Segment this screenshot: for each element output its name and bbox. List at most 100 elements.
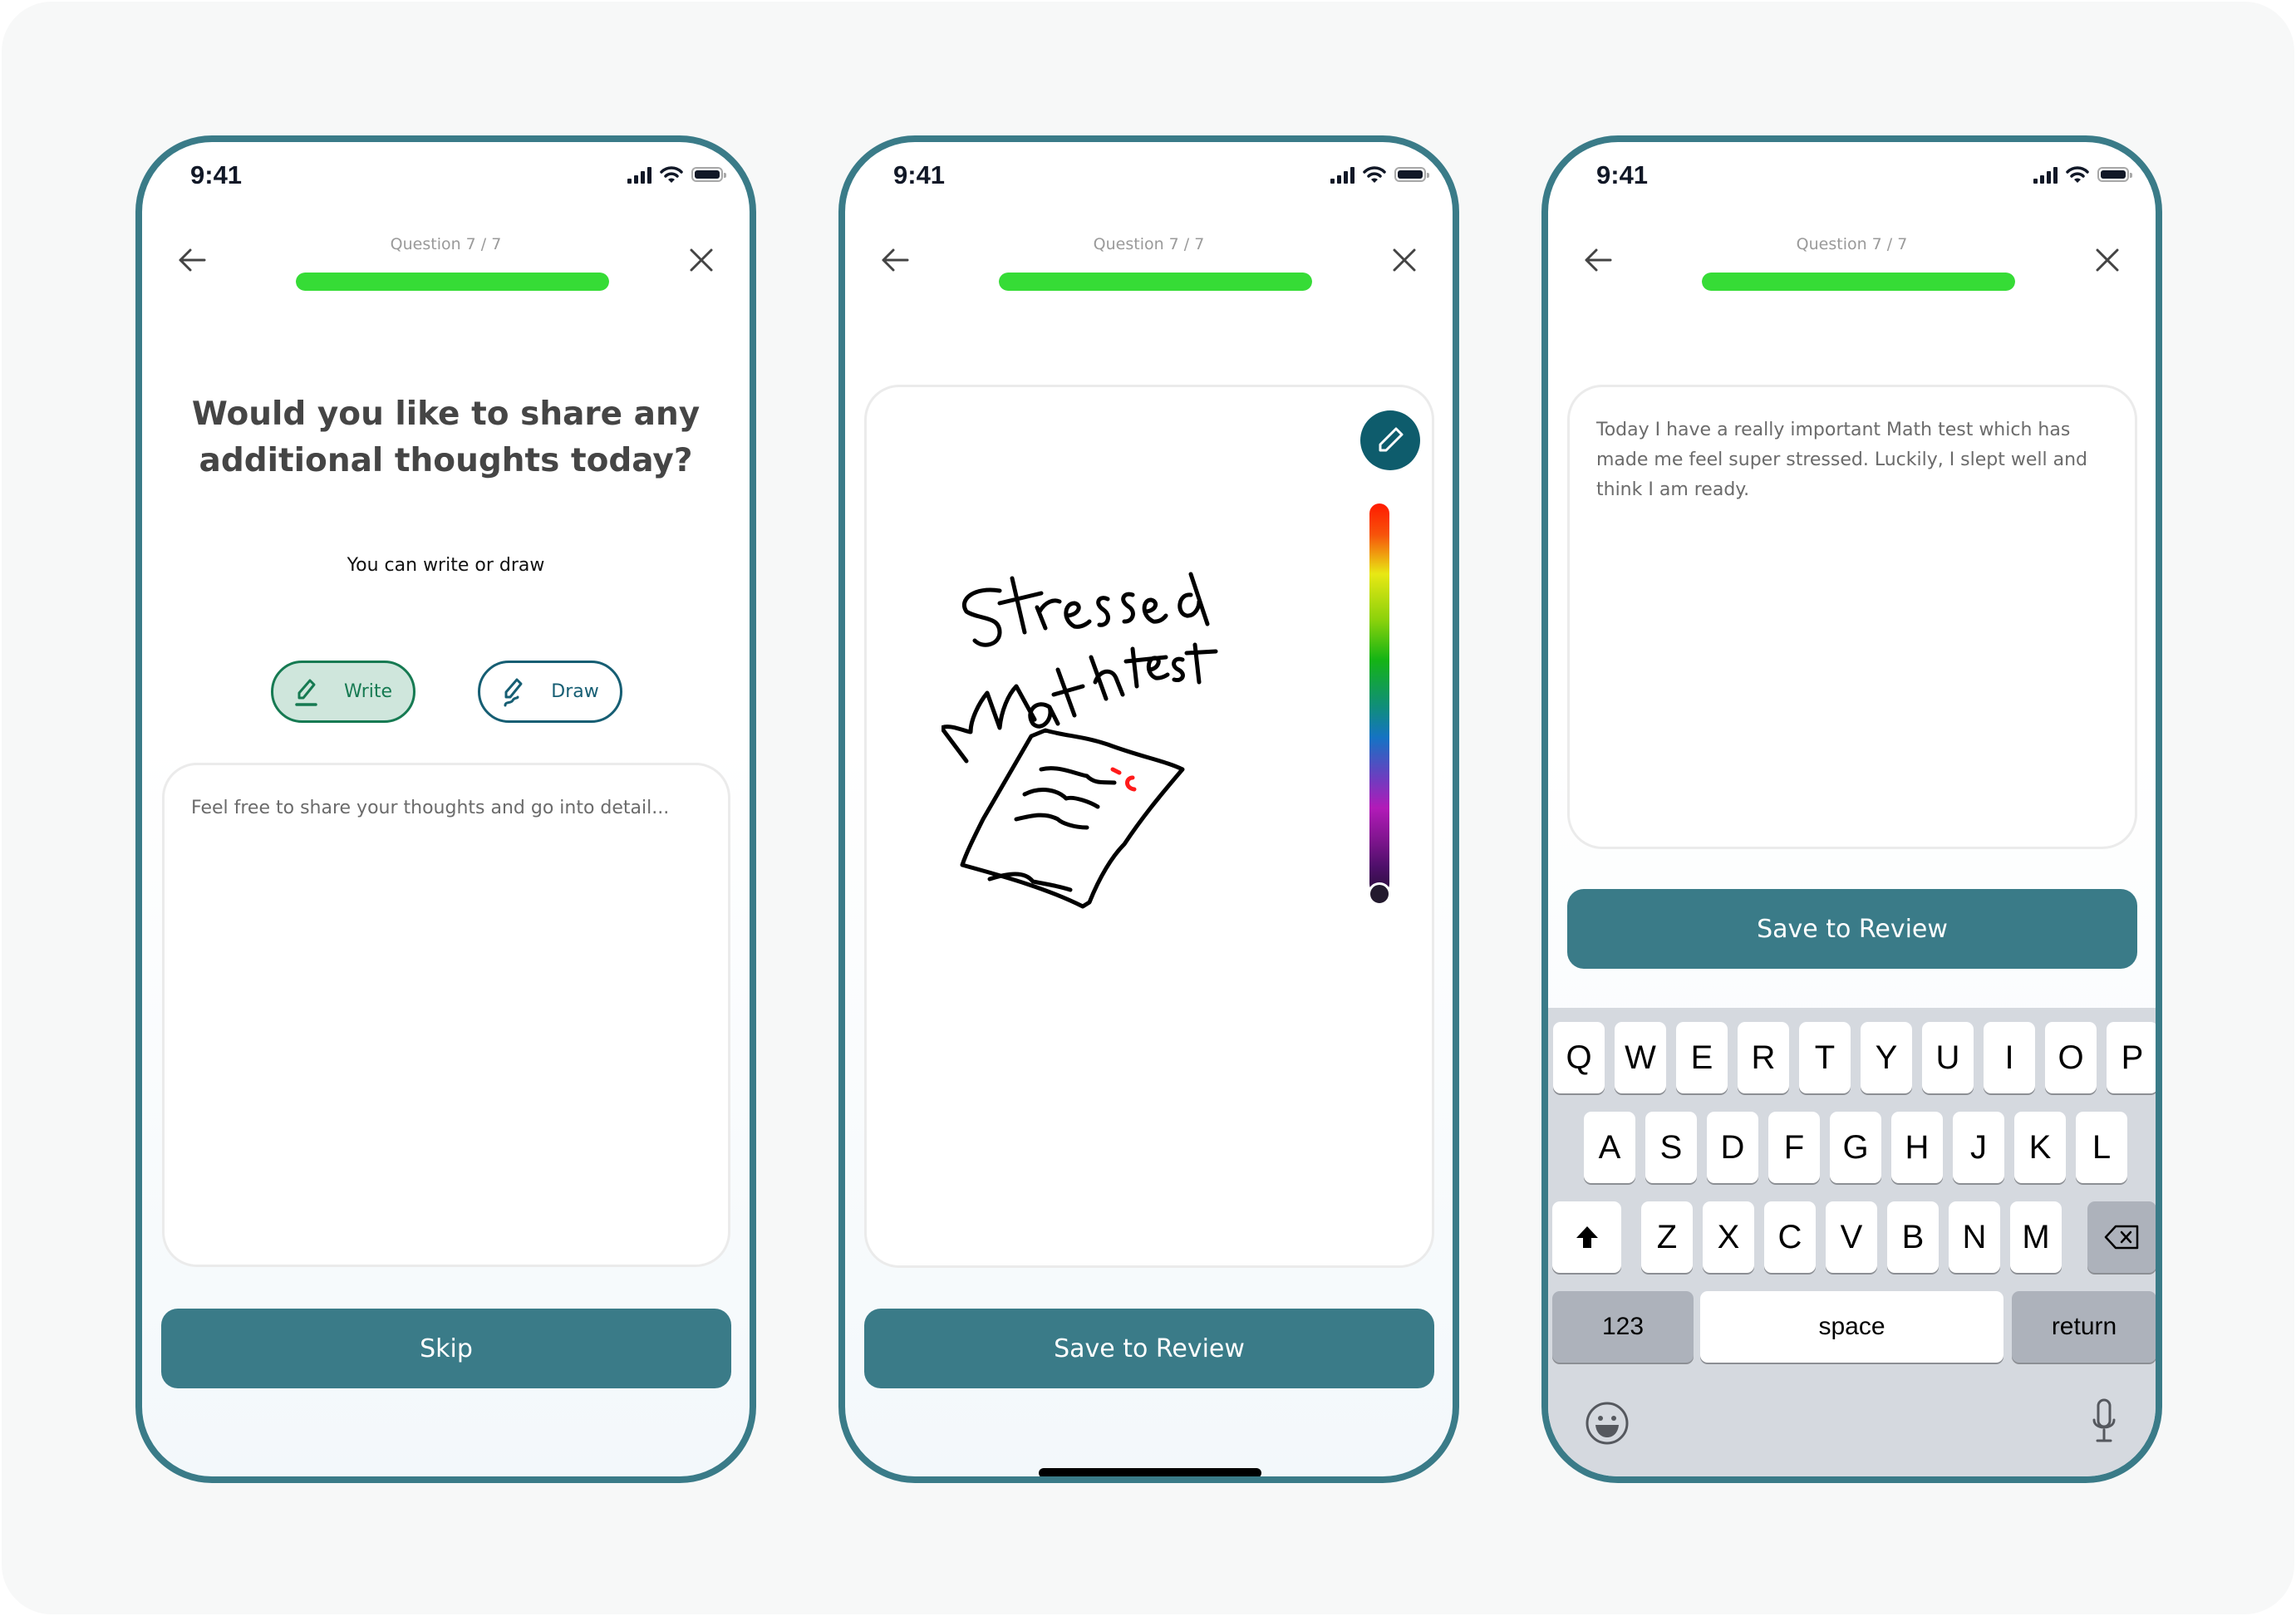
key-q[interactable]: Q xyxy=(1553,1022,1605,1093)
key-z[interactable]: Z xyxy=(1641,1201,1693,1273)
status-icons xyxy=(1330,165,1429,184)
key-e[interactable]: E xyxy=(1676,1022,1728,1093)
home-indicator[interactable] xyxy=(1039,1468,1261,1476)
save-to-review-button[interactable]: Save to Review xyxy=(864,1309,1434,1388)
space-key[interactable]: space xyxy=(1700,1291,2003,1363)
wifi-icon xyxy=(1363,166,1386,183)
progress-fill xyxy=(1702,273,2015,291)
sketch-line-1 xyxy=(1039,766,1117,785)
signal-icon xyxy=(2033,165,2058,184)
status-icons xyxy=(627,165,726,184)
key-w[interactable]: W xyxy=(1615,1022,1666,1093)
key-l[interactable]: L xyxy=(2076,1112,2127,1183)
progress-bar xyxy=(999,273,1312,291)
key-n[interactable]: N xyxy=(1949,1201,2000,1273)
sketch-word-test xyxy=(1123,642,1218,689)
drawing-canvas[interactable] xyxy=(864,385,1434,1268)
shift-arrow-icon xyxy=(1576,1226,1598,1248)
textarea-value: Today I have a really important Math tes… xyxy=(1596,420,2088,500)
key-a[interactable]: A xyxy=(1584,1112,1635,1183)
signal-icon xyxy=(627,165,651,184)
phone-write-mode: 9:41 Question 7 / 7 Today I have a reall… xyxy=(1541,135,2162,1483)
backspace-icon xyxy=(2104,1225,2138,1250)
status-time: 9:41 xyxy=(1596,160,1649,189)
write-mode-button[interactable]: Write xyxy=(271,661,415,723)
battery-icon xyxy=(2097,167,2132,182)
pencil-icon xyxy=(1379,427,1404,452)
wifi-icon xyxy=(660,166,683,183)
close-button[interactable] xyxy=(685,243,718,277)
save-to-review-button[interactable]: Save to Review xyxy=(1567,889,2137,969)
numbers-key[interactable]: 123 xyxy=(1552,1291,1694,1363)
key-m[interactable]: M xyxy=(2010,1201,2062,1273)
key-o[interactable]: O xyxy=(2045,1022,2097,1093)
battery-icon xyxy=(1394,167,1429,182)
key-y[interactable]: Y xyxy=(1861,1022,1912,1093)
keyboard-row-3: ZXCVBNM xyxy=(1548,1201,2156,1275)
keyboard-row-4: 123 space return xyxy=(1548,1291,2156,1364)
progress-bar xyxy=(296,273,609,291)
key-x[interactable]: X xyxy=(1703,1201,1754,1273)
keyboard-row-2: ASDFGHJKL xyxy=(1548,1112,2156,1185)
key-s[interactable]: S xyxy=(1645,1112,1697,1183)
sketch-line-3 xyxy=(1014,813,1089,830)
status-icons xyxy=(2033,165,2132,184)
progress-fill xyxy=(296,273,609,291)
write-mode-label: Write xyxy=(343,681,393,702)
home-indicator[interactable] xyxy=(1741,1480,1964,1483)
key-r[interactable]: R xyxy=(1738,1022,1789,1093)
color-slider[interactable] xyxy=(1369,503,1389,894)
close-icon xyxy=(690,248,713,272)
onscreen-keyboard: QWERTYUIOP ASDFGHJKL ZXCVBNM 123 space r… xyxy=(1548,1008,2156,1476)
key-i[interactable]: I xyxy=(1984,1022,2035,1093)
key-c[interactable]: C xyxy=(1764,1201,1816,1273)
pencil-squiggle-icon xyxy=(504,678,523,706)
progress-bar xyxy=(1702,273,2015,291)
sketch-paper xyxy=(960,728,1185,909)
progress-fill xyxy=(999,273,1312,291)
question-counter: Question 7 / 7 xyxy=(1093,235,1205,253)
wifi-icon xyxy=(2066,166,2089,183)
color-slider-handle[interactable] xyxy=(1368,882,1391,906)
pencil-line-icon xyxy=(295,679,317,706)
thoughts-textarea[interactable]: Today I have a really important Math tes… xyxy=(1567,385,2137,849)
key-g[interactable]: G xyxy=(1830,1112,1881,1183)
battery-icon xyxy=(691,167,726,182)
sketch-word-math xyxy=(942,655,1125,764)
textarea-placeholder: Feel free to share your thoughts and go … xyxy=(191,798,670,818)
question-counter: Question 7 / 7 xyxy=(390,235,502,253)
key-t[interactable]: T xyxy=(1799,1022,1851,1093)
key-f[interactable]: F xyxy=(1768,1112,1820,1183)
emoji-icon xyxy=(1586,1402,1629,1445)
thoughts-textarea[interactable]: Feel free to share your thoughts and go … xyxy=(162,763,730,1267)
emoji-button[interactable] xyxy=(1585,1401,1630,1449)
key-u[interactable]: U xyxy=(1922,1022,1974,1093)
return-key[interactable]: return xyxy=(2012,1291,2156,1363)
key-h[interactable]: H xyxy=(1891,1112,1943,1183)
status-time: 9:41 xyxy=(893,160,946,189)
key-d[interactable]: D xyxy=(1707,1112,1758,1183)
key-k[interactable]: K xyxy=(2014,1112,2066,1183)
key-b[interactable]: B xyxy=(1887,1201,1939,1273)
sketch-line-2 xyxy=(1022,788,1100,809)
key-j[interactable]: J xyxy=(1953,1112,2004,1183)
draw-mode-label: Draw xyxy=(551,681,599,702)
question-counter: Question 7 / 7 xyxy=(1796,235,1908,253)
sketch-word-stressed xyxy=(962,572,1210,647)
dictation-button[interactable] xyxy=(2092,1398,2117,1448)
keyboard-row-1: QWERTYUIOP xyxy=(1548,1022,2156,1095)
key-p[interactable]: P xyxy=(2107,1022,2156,1093)
skip-button[interactable]: Skip xyxy=(161,1309,731,1388)
draw-mode-button[interactable]: Draw xyxy=(478,661,622,723)
close-button[interactable] xyxy=(1388,243,1421,277)
phone-choose-mode: 9:41 Question 7 / 7 Would you like to sh… xyxy=(135,135,756,1483)
backspace-key[interactable] xyxy=(2087,1201,2156,1273)
shift-key[interactable] xyxy=(1552,1201,1621,1273)
sketch-line-4 xyxy=(987,872,1073,892)
signal-icon xyxy=(1330,165,1354,184)
key-v[interactable]: V xyxy=(1826,1201,1877,1273)
close-icon xyxy=(2096,248,2119,272)
close-button[interactable] xyxy=(2091,243,2124,277)
close-icon xyxy=(1393,248,1416,272)
pen-tool-button[interactable] xyxy=(1360,410,1420,470)
